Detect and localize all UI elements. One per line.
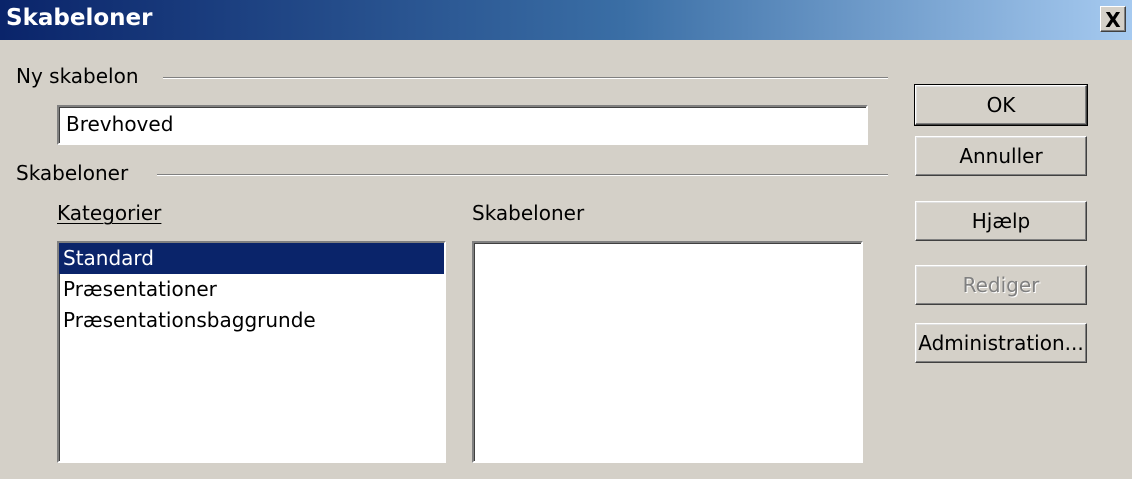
category-item-standard[interactable]: Standard — [59, 243, 444, 274]
cancel-button[interactable]: Annuller — [915, 136, 1087, 176]
templates-dialog: Skabeloner X Ny skabelon Brevhoved Skabe… — [0, 0, 1132, 479]
category-item-presentations[interactable]: Præsentationer — [59, 274, 444, 305]
close-icon: X — [1105, 8, 1121, 32]
window-title: Skabeloner — [6, 5, 153, 31]
administration-button[interactable]: Administration... — [915, 323, 1087, 363]
template-name-input[interactable]: Brevhoved — [57, 105, 868, 145]
new-template-group-label: Ny skabelon — [16, 64, 139, 88]
help-button[interactable]: Hjælp — [915, 201, 1087, 241]
templates-group-divider — [157, 174, 888, 176]
ok-button[interactable]: OK — [914, 84, 1088, 126]
new-template-group-divider — [163, 77, 888, 79]
title-bar[interactable]: Skabeloner X — [0, 0, 1132, 40]
templates-group-label: Skabeloner — [16, 161, 129, 185]
templates-listbox[interactable] — [472, 241, 863, 463]
templates-list-label: Skabeloner — [472, 201, 585, 225]
close-button[interactable]: X — [1100, 6, 1126, 32]
categories-label-text: Kategorier — [57, 201, 162, 225]
edit-button[interactable]: Rediger — [915, 265, 1087, 305]
categories-label: Kategorier — [57, 201, 161, 225]
categories-listbox[interactable]: Standard Præsentationer Præsentationsbag… — [57, 241, 446, 463]
category-item-presentation-backgrounds[interactable]: Præsentationsbaggrunde — [59, 305, 444, 336]
